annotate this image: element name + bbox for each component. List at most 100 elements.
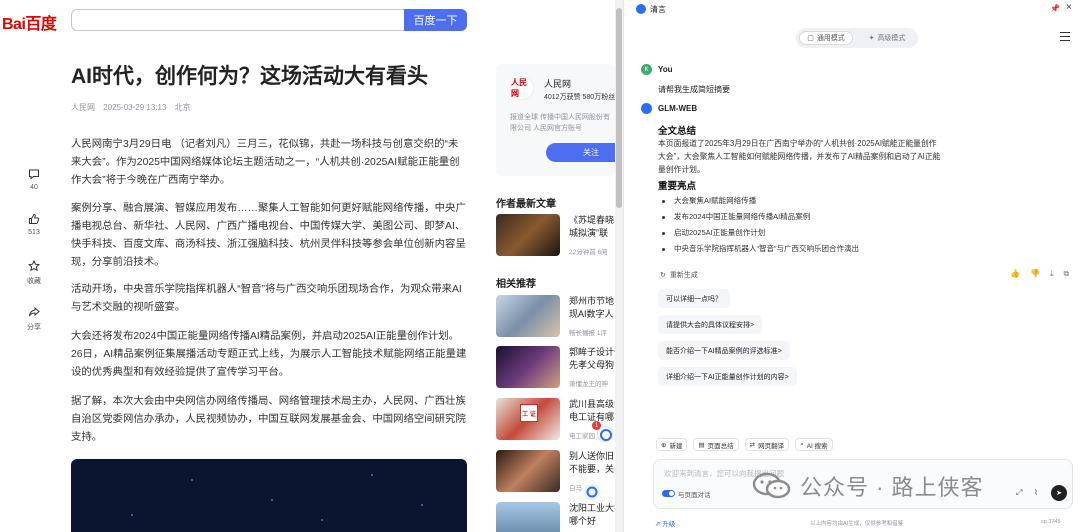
like-count: 513 (28, 229, 40, 236)
menu-icon[interactable] (1060, 32, 1070, 41)
news-thumbnail (496, 450, 560, 492)
comment-action[interactable]: 40 (22, 168, 46, 191)
news-meta: 电工家园 (569, 433, 595, 440)
news-thumbnail (496, 214, 560, 256)
article-meta: 人民网 2025-03-29 13:13 北京 (71, 102, 197, 113)
version-label: sp 3745 (1041, 519, 1061, 525)
comment-icon (29, 169, 39, 180)
mode-general-label: 通用模式 (816, 35, 845, 42)
search-icon: ⌕ (800, 440, 804, 448)
like-action[interactable]: 513 (22, 213, 46, 236)
ai-search-button[interactable]: ⌕ AI 搜索 (795, 438, 833, 451)
baidu-logo[interactable]: Bai百度 (2, 10, 62, 33)
share-icon (29, 306, 40, 317)
user-message: 请帮我生成简短摘要 (658, 85, 730, 94)
qingyan-logo-icon (636, 4, 646, 14)
favorite-action[interactable]: 收藏 (22, 260, 46, 286)
thumbs-up-icon[interactable]: 👍 (1010, 269, 1020, 279)
related-heading: 相关推荐 (496, 279, 536, 290)
pin-icon[interactable]: 📌 (1050, 4, 1060, 13)
mode-advanced-button[interactable]: ✦ 高级模式 (859, 31, 915, 45)
article-source[interactable]: 人民网 (71, 103, 95, 112)
search-button[interactable]: 百度一下 (404, 9, 467, 31)
article-title: AI时代，创作何为？这场活动大有看头 (71, 65, 428, 88)
suggestion-chip[interactable]: 可以详细一点吗？ (658, 289, 730, 308)
suggestion-chip[interactable]: 请提供大会的具体议程安排> (658, 315, 763, 334)
download-icon[interactable]: ⤓ (1050, 269, 1054, 279)
attach-icon[interactable]: ⌇ (1034, 488, 1038, 497)
list-item[interactable]: 郑州市节地 现AI数字人 畅长播报 1评 (496, 295, 615, 339)
page-summary-button[interactable]: ▤ 页面总结 (693, 438, 739, 451)
news-thumbnail (496, 346, 560, 388)
expand-icon[interactable]: ⤢ (1016, 488, 1022, 498)
upgrade-link[interactable]: ⇗ 升级 (655, 518, 675, 528)
glm-float-icon[interactable] (584, 484, 600, 500)
send-button[interactable]: ➤ (1051, 485, 1067, 501)
mode-advanced-label: 高级模式 (877, 35, 906, 42)
list-item[interactable]: 郭眸子设计作先孝父母狗 萧懂龙王的神 (496, 346, 615, 390)
share-label: 分享 (27, 324, 41, 331)
highlight-item: 中央音乐学院指挥机器人“智音”与广西交响乐团合作演出 (662, 243, 859, 254)
screen: Bai百度 百度一下 AI时代，创作何为？这场活动大有看头 人民网 2025-0… (0, 0, 1080, 532)
news-title: 郭眸子设计作先孝父母狗 (569, 347, 615, 370)
news-title: 《苏堤春晓 城拟演”联 (569, 215, 615, 238)
news-title: 郑州市节地 现AI数字人 (569, 296, 615, 319)
news-title: 沈阳工业大学哪个好 (569, 503, 615, 526)
favorite-label: 收藏 (27, 278, 41, 285)
highlight-item: 启动2025AI正能量创作计划 (662, 227, 765, 238)
page-chat-toggle[interactable] (662, 490, 675, 497)
page-translate-button[interactable]: ⇄ 网页翻译 (744, 438, 790, 451)
list-item[interactable]: 《苏堤春晓 城拟演”联 22分钟前 6阅 (496, 214, 615, 258)
share-action[interactable]: 分享 (22, 306, 46, 332)
thumbs-up-icon (29, 213, 40, 224)
news-meta: 22分钟前 6阅 (569, 249, 608, 256)
translate-icon: ⇄ (749, 441, 756, 449)
news-meta: 萧懂龙王的神 (569, 381, 608, 388)
mode-general-button[interactable]: ▢ 通用模式 (799, 31, 853, 45)
scrollbar-thumb[interactable] (616, 8, 622, 208)
suggestion-chip[interactable]: 能否介绍一下AI精品案例的评选标准> (658, 341, 790, 360)
suggestion-chip[interactable]: 详细介绍一下AI正能量创作计划的内容> (658, 367, 797, 386)
news-title: 武川县高级中电工证有哪 (569, 399, 615, 422)
summary-title: 全文总结 (658, 126, 697, 137)
article-location: 北京 (174, 103, 191, 112)
author-avatar[interactable]: 人民网 (510, 76, 534, 100)
watermark-text: 公众号 · 路上侠客 (800, 475, 984, 500)
new-chat-button[interactable]: ⊕ 新建 (656, 438, 688, 451)
user-name: You (658, 65, 673, 74)
list-item[interactable]: 沈阳工业大学哪个好 (496, 502, 615, 532)
notification-badge: 1 (592, 421, 601, 430)
search-input[interactable] (71, 9, 405, 31)
news-title: 别人送你旧 不能要，关 (569, 451, 615, 474)
tool-bar: ⊕ 新建 ▤ 页面总结 ⇄ 网页翻译 ⌕ AI 搜索 (656, 438, 833, 451)
bot-avatar-icon (641, 103, 652, 114)
regenerate-button[interactable]: ↻ 重新生成 (660, 270, 698, 280)
baidu-article-page: Bai百度 百度一下 AI时代，创作何为？这场活动大有看头 人民网 2025-0… (0, 0, 615, 532)
article-paragraph: 据了解，本次大会由中央网信办网络传播局、网络管理技术局主办，人民网、广西壮族自治… (71, 396, 466, 443)
news-thumbnail (496, 502, 560, 532)
document-icon: ▤ (698, 441, 705, 449)
author-name[interactable]: 人民网 (544, 77, 571, 90)
close-icon[interactable]: × (1066, 2, 1072, 13)
author-card: 人民网 人民网 4012万获赞 580万粉丝 报道全球 传播中国人民网股份有限公… (496, 64, 615, 176)
news-thumbnail (496, 295, 560, 337)
feedback-bar: 👍 👎 ⤓ ⧉ (1010, 269, 1069, 279)
copy-icon[interactable]: ⧉ (1063, 269, 1069, 279)
follow-button[interactable]: 关注 (546, 143, 615, 162)
thumbs-down-icon[interactable]: 👎 (1030, 269, 1040, 279)
latest-articles-heading: 作者最新文章 (496, 199, 556, 210)
author-description: 报道全球 传播中国人民网股份有限公司 人民网官方账号 (510, 114, 610, 132)
watermark: 公众号 · 路上侠客 (752, 470, 984, 502)
highlight-item: 大会聚焦AI赋能网络传播 (662, 195, 756, 206)
disclaimer: 以上内容均由AI生成，仅供参考和借鉴 (810, 521, 904, 527)
regenerate-label: 重新生成 (669, 272, 698, 279)
article-hero-image (71, 459, 467, 532)
star-icon (28, 260, 40, 272)
article-time: 2025-03-29 13:13 (103, 103, 167, 112)
news-meta: 畅长播报 1评 (569, 330, 607, 337)
page-chat-toggle-label: 与页面对话 (678, 492, 711, 499)
article-paragraph: 案例分享、融合展演、智媒应用发布……聚集人工智能如何更好赋能网络传播，中央广播电… (71, 203, 466, 268)
glm-float-icon[interactable]: 1 (592, 421, 613, 442)
highlights-title: 重要亮点 (658, 181, 697, 192)
sparkle-icon: ✦ (868, 35, 875, 42)
